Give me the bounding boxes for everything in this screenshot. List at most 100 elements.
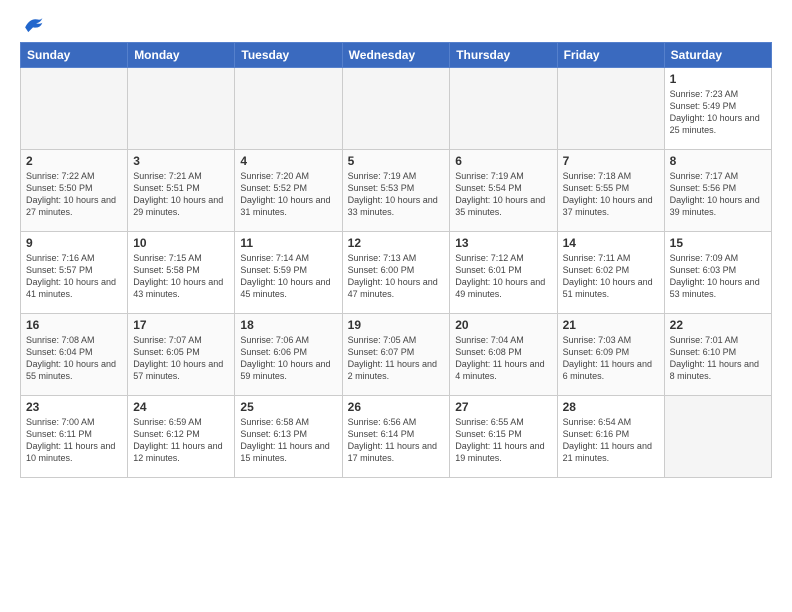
table-row: 6 Sunrise: 7:19 AM Sunset: 5:54 PM Daylig… xyxy=(450,150,557,232)
day-number: 28 xyxy=(563,400,659,414)
day-info: Sunrise: 7:18 AM Sunset: 5:55 PM Dayligh… xyxy=(563,170,659,219)
day-info: Sunrise: 7:00 AM Sunset: 6:11 PM Dayligh… xyxy=(26,416,122,465)
table-row: 12 Sunrise: 7:13 AM Sunset: 6:00 PM Dayli… xyxy=(342,232,450,314)
table-row: 24Sunrise: 6:59 AM Sunset: 6:12 PM Dayli… xyxy=(128,396,235,478)
day-info: Sunrise: 7:04 AM Sunset: 6:08 PM Dayligh… xyxy=(455,334,551,383)
logo xyxy=(20,16,44,32)
table-row xyxy=(235,68,342,150)
table-row: 8 Sunrise: 7:17 AM Sunset: 5:56 PM Daylig… xyxy=(664,150,771,232)
table-row: 13 Sunrise: 7:12 AM Sunset: 6:01 PM Dayli… xyxy=(450,232,557,314)
table-row: 1Sunrise: 7:23 AM Sunset: 5:49 PM Daylig… xyxy=(664,68,771,150)
day-number: 6 xyxy=(455,154,551,168)
table-row: 18 Sunrise: 7:06 AM Sunset: 6:06 PM Dayli… xyxy=(235,314,342,396)
day-info: Sunrise: 7:20 AM Sunset: 5:52 PM Dayligh… xyxy=(240,170,336,219)
day-number: 12 xyxy=(348,236,445,250)
day-number: 20 xyxy=(455,318,551,332)
calendar-week-row: 9 Sunrise: 7:16 AM Sunset: 5:57 PM Daylig… xyxy=(21,232,772,314)
table-row: 5 Sunrise: 7:19 AM Sunset: 5:53 PM Daylig… xyxy=(342,150,450,232)
table-row: 14 Sunrise: 7:11 AM Sunset: 6:02 PM Dayli… xyxy=(557,232,664,314)
day-number: 19 xyxy=(348,318,445,332)
day-info: Sunrise: 6:58 AM Sunset: 6:13 PM Dayligh… xyxy=(240,416,336,465)
day-number: 10 xyxy=(133,236,229,250)
table-row: 3 Sunrise: 7:21 AM Sunset: 5:51 PM Daylig… xyxy=(128,150,235,232)
day-info: Sunrise: 7:17 AM Sunset: 5:56 PM Dayligh… xyxy=(670,170,766,219)
table-row: 17 Sunrise: 7:07 AM Sunset: 6:05 PM Dayli… xyxy=(128,314,235,396)
logo-bird-icon xyxy=(22,16,44,34)
day-info: Sunrise: 6:56 AM Sunset: 6:14 PM Dayligh… xyxy=(348,416,445,465)
day-info: Sunrise: 7:06 AM Sunset: 6:06 PM Dayligh… xyxy=(240,334,336,383)
day-number: 24 xyxy=(133,400,229,414)
table-row xyxy=(21,68,128,150)
day-info: Sunrise: 7:12 AM Sunset: 6:01 PM Dayligh… xyxy=(455,252,551,301)
col-monday: Monday xyxy=(128,43,235,68)
table-row: 19 Sunrise: 7:05 AM Sunset: 6:07 PM Dayli… xyxy=(342,314,450,396)
day-info: Sunrise: 7:03 AM Sunset: 6:09 PM Dayligh… xyxy=(563,334,659,383)
day-info: Sunrise: 7:14 AM Sunset: 5:59 PM Dayligh… xyxy=(240,252,336,301)
day-number: 14 xyxy=(563,236,659,250)
col-tuesday: Tuesday xyxy=(235,43,342,68)
table-row: 22Sunrise: 7:01 AM Sunset: 6:10 PM Dayli… xyxy=(664,314,771,396)
calendar-week-row: 16Sunrise: 7:08 AM Sunset: 6:04 PM Dayli… xyxy=(21,314,772,396)
page: Sunday Monday Tuesday Wednesday Thursday… xyxy=(0,0,792,612)
day-info: Sunrise: 6:55 AM Sunset: 6:15 PM Dayligh… xyxy=(455,416,551,465)
table-row: 27 Sunrise: 6:55 AM Sunset: 6:15 PM Dayli… xyxy=(450,396,557,478)
day-number: 8 xyxy=(670,154,766,168)
header xyxy=(20,16,772,32)
table-row: 20 Sunrise: 7:04 AM Sunset: 6:08 PM Dayli… xyxy=(450,314,557,396)
day-number: 18 xyxy=(240,318,336,332)
table-row: 7 Sunrise: 7:18 AM Sunset: 5:55 PM Daylig… xyxy=(557,150,664,232)
day-number: 17 xyxy=(133,318,229,332)
table-row: 11 Sunrise: 7:14 AM Sunset: 5:59 PM Dayli… xyxy=(235,232,342,314)
day-number: 4 xyxy=(240,154,336,168)
table-row xyxy=(450,68,557,150)
table-row xyxy=(557,68,664,150)
day-info: Sunrise: 7:15 AM Sunset: 5:58 PM Dayligh… xyxy=(133,252,229,301)
day-info: Sunrise: 7:16 AM Sunset: 5:57 PM Dayligh… xyxy=(26,252,122,301)
table-row: 2 Sunrise: 7:22 AM Sunset: 5:50 PM Daylig… xyxy=(21,150,128,232)
day-number: 27 xyxy=(455,400,551,414)
day-number: 11 xyxy=(240,236,336,250)
table-row: 16Sunrise: 7:08 AM Sunset: 6:04 PM Dayli… xyxy=(21,314,128,396)
day-number: 9 xyxy=(26,236,122,250)
day-info: Sunrise: 7:19 AM Sunset: 5:53 PM Dayligh… xyxy=(348,170,445,219)
calendar-table: Sunday Monday Tuesday Wednesday Thursday… xyxy=(20,42,772,478)
day-info: Sunrise: 7:22 AM Sunset: 5:50 PM Dayligh… xyxy=(26,170,122,219)
table-row xyxy=(342,68,450,150)
calendar-week-row: 23 Sunrise: 7:00 AM Sunset: 6:11 PM Dayli… xyxy=(21,396,772,478)
day-number: 7 xyxy=(563,154,659,168)
calendar-week-row: 2 Sunrise: 7:22 AM Sunset: 5:50 PM Daylig… xyxy=(21,150,772,232)
col-saturday: Saturday xyxy=(664,43,771,68)
table-row xyxy=(128,68,235,150)
table-row: 21 Sunrise: 7:03 AM Sunset: 6:09 PM Dayli… xyxy=(557,314,664,396)
day-info: Sunrise: 7:13 AM Sunset: 6:00 PM Dayligh… xyxy=(348,252,445,301)
table-row: 4 Sunrise: 7:20 AM Sunset: 5:52 PM Daylig… xyxy=(235,150,342,232)
day-number: 16 xyxy=(26,318,122,332)
day-info: Sunrise: 7:07 AM Sunset: 6:05 PM Dayligh… xyxy=(133,334,229,383)
table-row xyxy=(664,396,771,478)
day-number: 23 xyxy=(26,400,122,414)
day-number: 5 xyxy=(348,154,445,168)
col-wednesday: Wednesday xyxy=(342,43,450,68)
table-row: 25 Sunrise: 6:58 AM Sunset: 6:13 PM Dayli… xyxy=(235,396,342,478)
col-friday: Friday xyxy=(557,43,664,68)
day-info: Sunrise: 7:05 AM Sunset: 6:07 PM Dayligh… xyxy=(348,334,445,383)
day-info: Sunrise: 7:11 AM Sunset: 6:02 PM Dayligh… xyxy=(563,252,659,301)
table-row: 28 Sunrise: 6:54 AM Sunset: 6:16 PM Dayli… xyxy=(557,396,664,478)
table-row: 10 Sunrise: 7:15 AM Sunset: 5:58 PM Dayli… xyxy=(128,232,235,314)
day-number: 1 xyxy=(670,72,766,86)
day-info: Sunrise: 7:21 AM Sunset: 5:51 PM Dayligh… xyxy=(133,170,229,219)
calendar-header-row: Sunday Monday Tuesday Wednesday Thursday… xyxy=(21,43,772,68)
day-number: 21 xyxy=(563,318,659,332)
day-number: 2 xyxy=(26,154,122,168)
day-info: Sunrise: 7:19 AM Sunset: 5:54 PM Dayligh… xyxy=(455,170,551,219)
day-number: 15 xyxy=(670,236,766,250)
day-number: 26 xyxy=(348,400,445,414)
table-row: 26 Sunrise: 6:56 AM Sunset: 6:14 PM Dayli… xyxy=(342,396,450,478)
table-row: 23 Sunrise: 7:00 AM Sunset: 6:11 PM Dayli… xyxy=(21,396,128,478)
day-number: 13 xyxy=(455,236,551,250)
day-info: Sunrise: 6:54 AM Sunset: 6:16 PM Dayligh… xyxy=(563,416,659,465)
col-sunday: Sunday xyxy=(21,43,128,68)
day-number: 3 xyxy=(133,154,229,168)
table-row: 15Sunrise: 7:09 AM Sunset: 6:03 PM Dayli… xyxy=(664,232,771,314)
day-number: 25 xyxy=(240,400,336,414)
